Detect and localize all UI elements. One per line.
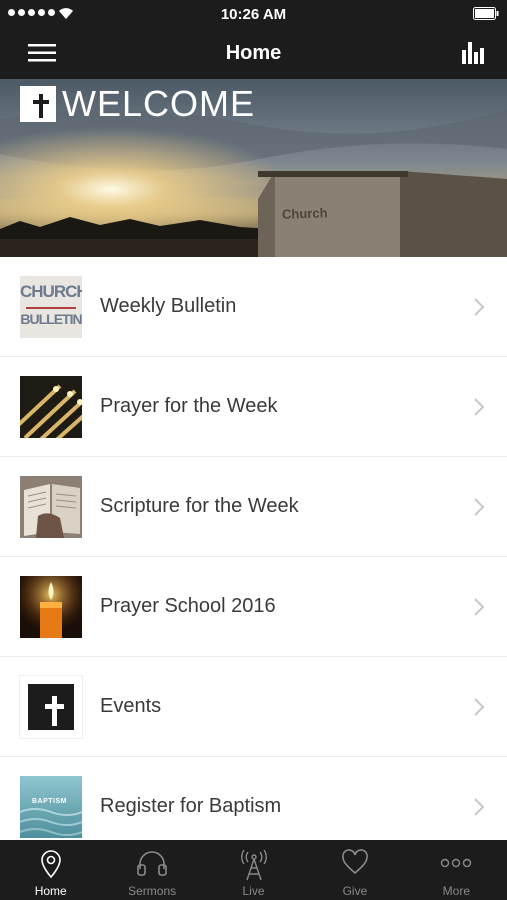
list-item-prayer-school-2016[interactable]: Prayer School 2016 — [0, 557, 507, 657]
building-sign: Church — [281, 205, 328, 222]
chevron-right-icon — [474, 798, 485, 816]
candles-thumbnail — [20, 376, 82, 438]
headphones-icon — [137, 851, 167, 876]
list-item-label: Register for Baptism — [100, 795, 282, 817]
tab-sermons[interactable]: Sermons — [101, 840, 202, 900]
content-list: CHURCH BULLETIN Weekly Bulletin Prayer f… — [0, 257, 507, 840]
tab-bar: Home Sermons Live Give More — [0, 840, 507, 900]
more-dots-icon — [441, 858, 472, 868]
list-item-prayer-for-the-week[interactable]: Prayer for the Week — [0, 357, 507, 457]
stats-icon[interactable] — [461, 40, 487, 66]
tab-label: Home — [34, 884, 67, 898]
list-item-label: Events — [100, 695, 162, 717]
tab-label: Live — [242, 884, 265, 898]
status-bar: 10:26 AM — [0, 0, 507, 28]
church-logo-icon — [20, 86, 56, 122]
water-thumbnail: BAPTISM — [20, 776, 82, 838]
chevron-right-icon — [474, 398, 485, 416]
list-item-label: Scripture for the Week — [100, 495, 299, 517]
tab-home[interactable]: Home — [0, 840, 101, 900]
chevron-right-icon — [474, 298, 485, 316]
list-item-weekly-bulletin[interactable]: CHURCH BULLETIN Weekly Bulletin — [0, 257, 507, 357]
welcome-banner[interactable]: Church WELCOME — [0, 79, 507, 257]
page-title: Home — [225, 42, 282, 64]
welcome-text: WELCOME — [62, 83, 256, 124]
list-item-label: Prayer School 2016 — [100, 595, 276, 617]
tab-label: Sermons — [128, 884, 177, 898]
cross-logo-thumbnail — [20, 676, 82, 738]
welcome-heading: WELCOME — [20, 83, 255, 125]
tab-live[interactable]: Live — [203, 840, 304, 900]
list-item-events[interactable]: Events — [0, 657, 507, 757]
tab-give[interactable]: Give — [304, 840, 405, 900]
heart-icon — [342, 849, 368, 875]
bulletin-thumbnail: CHURCH BULLETIN — [20, 276, 82, 338]
navigation-bar: Home — [0, 28, 507, 79]
tab-more[interactable]: More — [406, 840, 507, 900]
chevron-right-icon — [474, 598, 485, 616]
status-time: 10:26 AM — [220, 6, 287, 23]
bible-thumbnail — [20, 476, 82, 538]
chevron-right-icon — [474, 498, 485, 516]
list-item-label: Prayer for the Week — [100, 395, 278, 417]
list-item-label: Weekly Bulletin — [100, 295, 237, 317]
list-item-scripture-for-the-week[interactable]: Scripture for the Week — [0, 457, 507, 557]
list-item-register-for-baptism[interactable]: BAPTISM Register for Baptism — [0, 757, 507, 840]
tab-label: More — [442, 884, 470, 898]
candle-thumbnail — [20, 576, 82, 638]
chevron-right-icon — [474, 698, 485, 716]
location-pin-icon — [40, 850, 61, 879]
tab-label: Give — [342, 884, 368, 898]
battery-icon — [473, 7, 499, 20]
broadcast-tower-icon — [240, 849, 267, 881]
